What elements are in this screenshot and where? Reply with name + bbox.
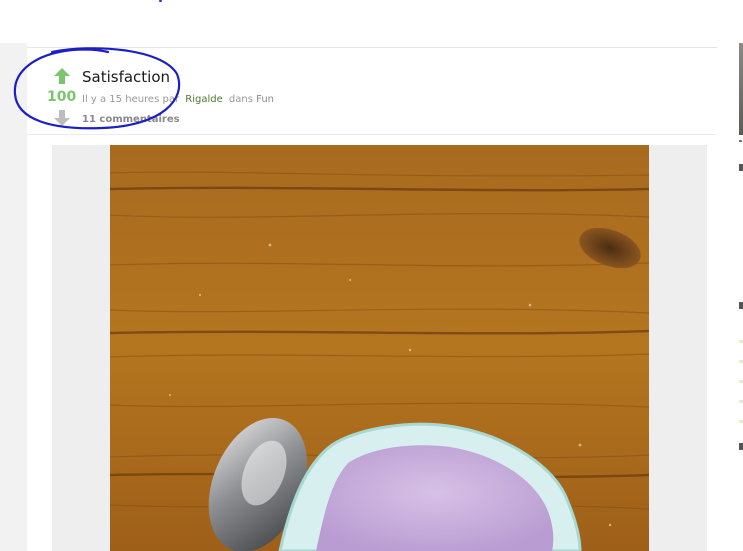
sidebar-decoration — [739, 360, 743, 363]
sidebar-thumbnail[interactable] — [739, 43, 743, 135]
left-gutter — [0, 43, 27, 551]
author-link[interactable]: Rigalde — [185, 94, 222, 105]
vote-score: 100 — [47, 89, 77, 105]
post-title[interactable]: Satisfaction — [82, 67, 170, 87]
post-time: Il y a 15 heures par — [82, 94, 180, 105]
post-image[interactable] — [110, 145, 649, 551]
category-link[interactable]: Fun — [256, 94, 274, 105]
sidebar-decoration — [739, 340, 743, 343]
sidebar-glyph — [739, 443, 743, 450]
top-annotation-dot — [159, 0, 162, 2]
top-strip — [0, 0, 743, 43]
divider-header — [27, 134, 717, 135]
sidebar-decoration — [739, 420, 743, 423]
arrow-up-icon[interactable] — [53, 67, 71, 85]
sidebar-decoration — [739, 380, 743, 383]
category-prefix: dans — [228, 94, 253, 105]
sidebar-glyph — [739, 164, 743, 171]
sidebar-decoration — [739, 400, 743, 403]
sidebar-glyph — [739, 302, 743, 309]
content-gap — [717, 43, 739, 551]
post-meta: Il y a 15 heures par Rigalde dans Fun — [82, 93, 274, 106]
sidebar-mark — [739, 140, 742, 142]
arrow-down-icon[interactable] — [53, 109, 71, 127]
comments-link[interactable]: 11 commentaires — [82, 113, 180, 126]
divider-top — [27, 47, 717, 48]
